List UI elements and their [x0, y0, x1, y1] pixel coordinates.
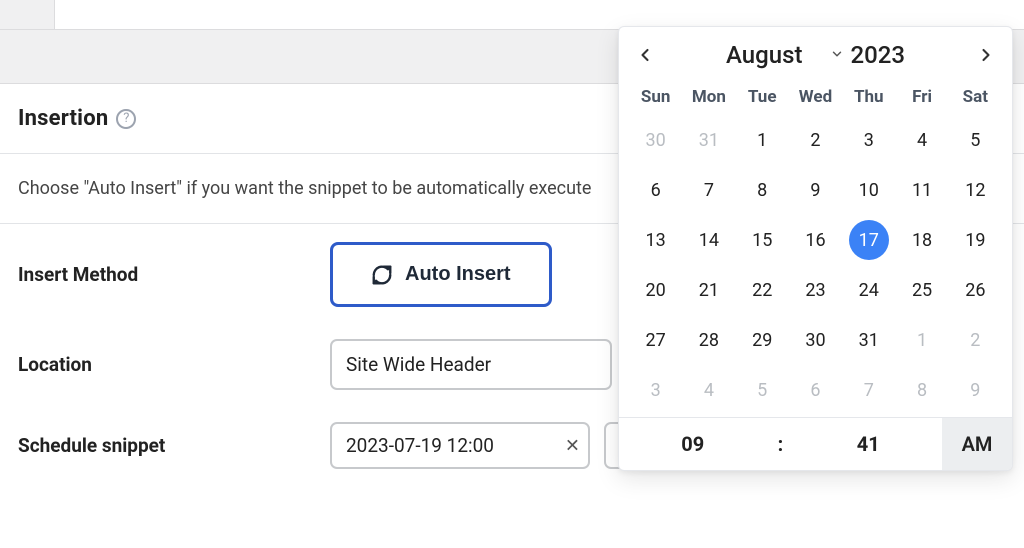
- calendar-day[interactable]: 4: [682, 365, 735, 415]
- calendar-dow: Tue: [736, 79, 789, 115]
- active-tab-stub: [0, 0, 55, 30]
- month-select[interactable]: August: [726, 41, 802, 69]
- label-insert-method: Insert Method: [18, 263, 330, 286]
- calendar-day[interactable]: 10: [842, 165, 895, 215]
- schedule-start-input[interactable]: 2023-07-19 12:00 ✕: [330, 422, 590, 469]
- calendar-day[interactable]: 16: [789, 215, 842, 265]
- auto-insert-label: Auto Insert: [405, 263, 511, 286]
- calendar-day[interactable]: 3: [842, 115, 895, 165]
- calendar-day[interactable]: 29: [736, 315, 789, 365]
- calendar-day[interactable]: 7: [842, 365, 895, 415]
- date-picker-header: August 2023: [619, 27, 1012, 75]
- calendar-dow: Mon: [682, 79, 735, 115]
- calendar-day[interactable]: 28: [682, 315, 735, 365]
- location-value: Site Wide Header: [346, 353, 491, 376]
- calendar-grid: SunMonTueWedThuFriSat3031123456789101112…: [619, 75, 1012, 417]
- calendar-day[interactable]: 2: [789, 115, 842, 165]
- calendar-day[interactable]: 8: [895, 365, 948, 415]
- calendar-day[interactable]: 25: [895, 265, 948, 315]
- minute-input[interactable]: 41: [795, 418, 943, 470]
- date-picker: August 2023 SunMonTueWedThuFriSat3031123…: [618, 26, 1013, 471]
- ampm-toggle[interactable]: AM: [942, 418, 1012, 470]
- calendar-day[interactable]: 4: [895, 115, 948, 165]
- calendar-day[interactable]: 6: [629, 165, 682, 215]
- label-location: Location: [18, 353, 330, 376]
- help-icon[interactable]: ?: [116, 109, 136, 129]
- section-title: Insertion: [18, 106, 108, 131]
- calendar-day[interactable]: 23: [789, 265, 842, 315]
- hour-input[interactable]: 09: [619, 418, 767, 470]
- calendar-day[interactable]: 2: [949, 315, 1002, 365]
- calendar-day[interactable]: 31: [842, 315, 895, 365]
- calendar-day[interactable]: 6: [789, 365, 842, 415]
- calendar-day[interactable]: 19: [949, 215, 1002, 265]
- year-select[interactable]: 2023: [830, 41, 905, 69]
- calendar-day[interactable]: 24: [842, 265, 895, 315]
- calendar-dow: Wed: [789, 79, 842, 115]
- calendar-dow: Thu: [842, 79, 895, 115]
- calendar-day[interactable]: 27: [629, 315, 682, 365]
- calendar-dow: Sat: [949, 79, 1002, 115]
- calendar-day[interactable]: 7: [682, 165, 735, 215]
- calendar-day[interactable]: 30: [629, 115, 682, 165]
- next-month-button[interactable]: [974, 43, 998, 67]
- calendar-dow: Sun: [629, 79, 682, 115]
- calendar-day[interactable]: 31: [682, 115, 735, 165]
- calendar-day[interactable]: 9: [949, 365, 1002, 415]
- time-colon: :: [767, 418, 795, 470]
- calendar-day[interactable]: 5: [949, 115, 1002, 165]
- calendar-day[interactable]: 13: [629, 215, 682, 265]
- calendar-day[interactable]: 9: [789, 165, 842, 215]
- refresh-icon: [371, 264, 393, 286]
- calendar-day[interactable]: 12: [949, 165, 1002, 215]
- calendar-day[interactable]: 1: [736, 115, 789, 165]
- calendar-day[interactable]: 5: [736, 365, 789, 415]
- calendar-day[interactable]: 22: [736, 265, 789, 315]
- time-picker: 09 : 41 AM: [619, 417, 1012, 470]
- label-schedule: Schedule snippet: [18, 434, 330, 457]
- calendar-day[interactable]: 14: [682, 215, 735, 265]
- prev-month-button[interactable]: [633, 43, 657, 67]
- calendar-day[interactable]: 1: [895, 315, 948, 365]
- location-select[interactable]: Site Wide Header: [330, 339, 612, 390]
- calendar-day[interactable]: 20: [629, 265, 682, 315]
- calendar-day[interactable]: 30: [789, 315, 842, 365]
- calendar-day[interactable]: 11: [895, 165, 948, 215]
- year-label: 2023: [850, 41, 905, 69]
- calendar-day[interactable]: 17: [842, 215, 895, 265]
- clear-start-icon[interactable]: ✕: [565, 435, 580, 456]
- auto-insert-button[interactable]: Auto Insert: [330, 242, 552, 307]
- chevron-down-icon: [830, 46, 844, 65]
- calendar-day[interactable]: 8: [736, 165, 789, 215]
- calendar-day[interactable]: 15: [736, 215, 789, 265]
- calendar-day[interactable]: 21: [682, 265, 735, 315]
- calendar-day[interactable]: 3: [629, 365, 682, 415]
- schedule-start-value: 2023-07-19 12:00: [346, 434, 494, 457]
- calendar-dow: Fri: [895, 79, 948, 115]
- calendar-day[interactable]: 18: [895, 215, 948, 265]
- calendar-day[interactable]: 26: [949, 265, 1002, 315]
